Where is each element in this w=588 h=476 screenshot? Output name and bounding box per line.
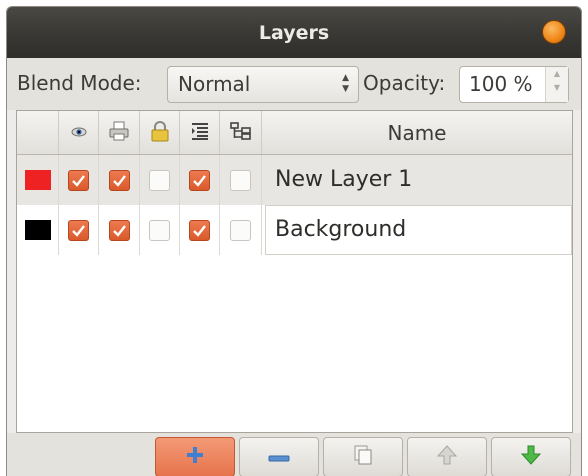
printable-cell <box>99 155 140 205</box>
header-visible[interactable] <box>59 111 99 154</box>
header-printable[interactable] <box>99 111 140 154</box>
arrow-up-icon <box>436 444 458 470</box>
visible-checkbox[interactable] <box>68 219 89 241</box>
updown-arrows-icon: ▲ ▼ <box>342 73 349 94</box>
indent-checkbox[interactable] <box>189 169 210 191</box>
remove-layer-button[interactable] <box>239 437 319 476</box>
link-checkbox[interactable] <box>230 169 251 191</box>
layer-row[interactable]: New Layer 1 <box>17 155 572 205</box>
layer-name[interactable]: New Layer 1 <box>275 167 412 192</box>
layers-list-header: Name <box>17 111 572 155</box>
link-cell <box>220 155 262 205</box>
raise-layer-button[interactable] <box>407 437 487 476</box>
close-icon[interactable] <box>542 20 566 44</box>
title-bar[interactable]: Layers <box>7 7 581 58</box>
blend-mode-value: Normal <box>178 72 251 96</box>
window-title: Layers <box>258 21 330 44</box>
visible-cell <box>59 205 99 255</box>
opacity-value: 100 % <box>469 72 533 96</box>
indent-cell <box>180 155 220 205</box>
opacity-label: Opacity: <box>363 71 446 95</box>
layer-color-cell[interactable] <box>17 205 59 255</box>
layer-name[interactable]: Background <box>275 217 406 242</box>
printer-icon <box>108 120 130 146</box>
minus-icon <box>268 448 290 467</box>
locked-cell <box>140 155 180 205</box>
add-layer-button[interactable] <box>155 437 235 476</box>
layer-actions-bar <box>7 433 581 476</box>
indent-cell <box>180 205 220 255</box>
header-color <box>17 111 59 154</box>
layers-list: Name New Layer 1 Background <box>16 110 573 433</box>
hierarchy-icon <box>229 121 252 145</box>
blend-mode-label: Blend Mode: <box>17 71 142 95</box>
printable-checkbox[interactable] <box>108 169 130 191</box>
visible-checkbox[interactable] <box>68 169 89 191</box>
header-locked[interactable] <box>140 111 180 154</box>
name-column-header: Name <box>387 120 447 145</box>
link-checkbox[interactable] <box>230 219 251 241</box>
layer-color-cell[interactable] <box>17 155 59 205</box>
plus-icon <box>185 445 205 469</box>
printable-checkbox[interactable] <box>108 219 130 241</box>
opacity-spinner[interactable]: 100 % ▲ ▼ <box>459 66 569 103</box>
lower-layer-button[interactable] <box>491 437 571 476</box>
locked-checkbox[interactable] <box>149 169 170 191</box>
arrow-down-icon <box>520 444 542 470</box>
text-indent-icon <box>190 121 210 145</box>
header-name[interactable]: Name <box>262 111 572 154</box>
eye-icon <box>71 123 87 142</box>
header-link[interactable] <box>220 111 262 154</box>
printable-cell <box>99 205 140 255</box>
duplicate-layer-button[interactable] <box>323 437 403 476</box>
blend-mode-select[interactable]: Normal ▲ ▼ <box>167 66 359 103</box>
locked-cell <box>140 205 180 255</box>
indent-checkbox[interactable] <box>189 219 210 241</box>
layer-row[interactable]: Background <box>17 205 572 255</box>
visible-cell <box>59 155 99 205</box>
layer-color-swatch[interactable] <box>24 220 51 240</box>
duplicate-icon <box>353 444 373 470</box>
header-indent[interactable] <box>180 111 220 154</box>
blend-opacity-row: Blend Mode: Normal ▲ ▼ Opacity: 100 % ▲ ▼ <box>7 58 581 110</box>
link-cell <box>220 205 262 255</box>
locked-checkbox[interactable] <box>149 219 170 241</box>
layers-dialog: Layers Blend Mode: Normal ▲ ▼ Opacity: 10… <box>6 6 582 476</box>
layer-color-swatch[interactable] <box>24 170 51 190</box>
lock-icon <box>149 120 171 146</box>
spinner-arrows-icon[interactable]: ▲ ▼ <box>545 67 568 102</box>
